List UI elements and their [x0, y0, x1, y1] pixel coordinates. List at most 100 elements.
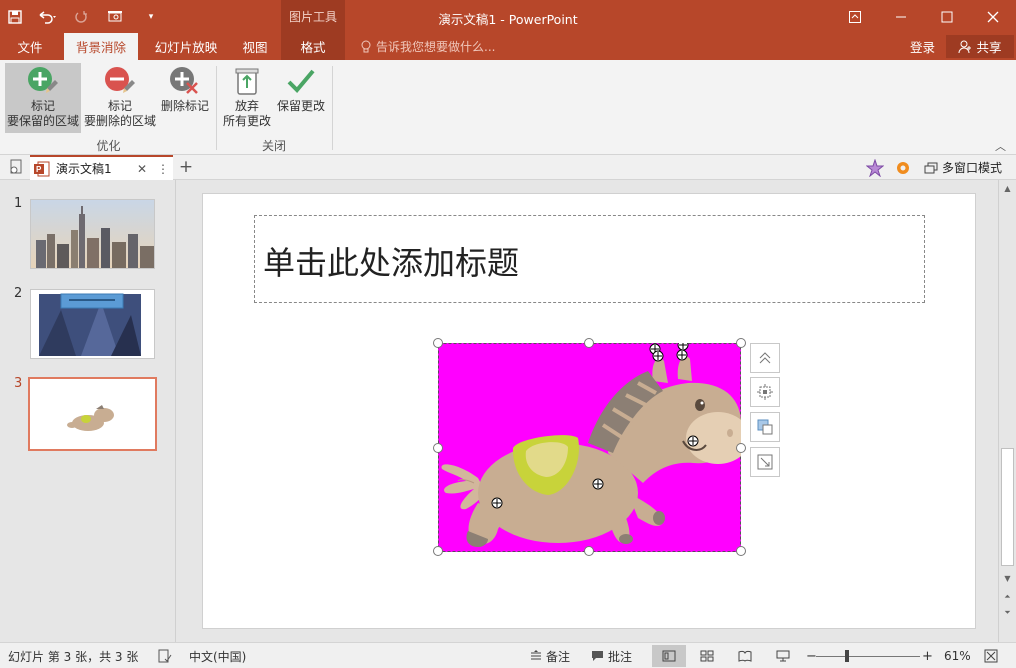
customize-qat-icon[interactable]: ▾ [136, 0, 166, 33]
zoom-slider[interactable] [816, 656, 920, 657]
svg-text:P: P [36, 165, 42, 174]
picture-styles-icon[interactable] [750, 412, 780, 442]
zoom-slider-thumb[interactable] [845, 650, 849, 662]
slide-sorter-icon[interactable] [690, 645, 724, 667]
share-button[interactable]: 共享 [946, 35, 1014, 58]
start-slideshow-icon[interactable] [96, 0, 136, 33]
keep-mark-icon[interactable] [592, 478, 604, 490]
tab-format[interactable]: 格式 [281, 33, 345, 60]
resize-handle[interactable] [433, 546, 443, 556]
redo-icon[interactable] [66, 0, 96, 33]
layout-options-icon[interactable] [750, 343, 780, 373]
keep-mark-icon[interactable] [491, 497, 503, 509]
close-icon[interactable] [970, 0, 1016, 33]
slideshow-view-icon[interactable] [766, 645, 800, 667]
keep-changes-button[interactable]: 保留更改 [274, 63, 328, 133]
tab-view[interactable]: 视图 [232, 33, 278, 60]
maximize-icon[interactable] [924, 0, 970, 33]
crop-icon[interactable] [750, 447, 780, 477]
group-refine-label: 优化 [96, 139, 121, 153]
multi-window-mode-button[interactable]: 多窗口模式 [924, 155, 1002, 180]
notes-button[interactable]: 备注 [530, 643, 570, 668]
zoom-level[interactable]: 61% [944, 643, 971, 668]
resize-handle[interactable] [736, 546, 746, 556]
status-bar: 幻灯片 第 3 张，共 3 张 中文(中国) 备注 批注 − + 61% [0, 642, 1016, 668]
slide-thumbnail-2[interactable] [30, 289, 155, 359]
keep-mark-icon[interactable] [687, 435, 699, 447]
scroll-up-icon[interactable]: ▲ [999, 182, 1016, 196]
document-list-icon[interactable] [8, 159, 24, 178]
delete-mark-button[interactable]: 删除标记 [158, 63, 212, 133]
ribbon-separator [332, 66, 333, 150]
save-icon[interactable] [0, 0, 30, 33]
resize-handle[interactable] [736, 443, 746, 453]
previous-slide-icon[interactable]: ⏶ [999, 590, 1016, 604]
slide-thumbnail-3[interactable] [28, 377, 157, 451]
plus-pencil-icon [28, 67, 58, 93]
collapse-ribbon-icon[interactable]: ︿ [995, 138, 1006, 154]
recycle-bin-icon [235, 68, 259, 95]
undo-icon[interactable] [30, 0, 66, 33]
tell-me-text: 告诉我您想要做什么... [376, 40, 496, 54]
notes-icon [531, 650, 541, 660]
horse-picture[interactable] [438, 339, 750, 552]
title-placeholder-text: 单击此处添加标题 [263, 244, 520, 282]
fit-to-window-icon[interactable] [984, 643, 998, 668]
next-slide-icon[interactable]: ⏷ [999, 606, 1016, 620]
notes-label: 备注 [546, 649, 571, 664]
resize-handle[interactable] [584, 546, 594, 556]
resize-handle[interactable] [736, 338, 746, 348]
scroll-down-icon[interactable]: ▼ [999, 572, 1016, 586]
powerpoint-file-icon: P [34, 161, 50, 176]
language-indicator[interactable]: 中文(中国) [189, 643, 246, 668]
minimize-icon[interactable] [878, 0, 924, 33]
ribbon-panel: 标记 要保留的区域 标记 要删除的区域 删除标记 优化 放弃 所有更改 保留更改… [0, 60, 1016, 155]
tab-background-removal[interactable]: 背景消除 [64, 33, 138, 60]
position-icon[interactable] [750, 377, 780, 407]
multi-window-label: 多窗口模式 [941, 161, 1002, 175]
zoom-in-icon[interactable]: + [922, 643, 933, 668]
normal-view-icon[interactable] [652, 645, 686, 667]
spell-check-icon[interactable] [158, 643, 172, 668]
mark-remove-line2: 要删除的区域 [84, 114, 157, 128]
mark-areas-to-keep-button[interactable]: 标记 要保留的区域 [5, 63, 81, 133]
new-tab-icon[interactable]: + [176, 157, 196, 177]
tell-me-box[interactable]: 告诉我您想要做什么... [360, 33, 495, 60]
discard-line2: 所有更改 [222, 114, 271, 128]
resize-handle[interactable] [584, 338, 594, 348]
reading-view-icon[interactable] [728, 645, 762, 667]
settings-gear-icon[interactable] [894, 159, 912, 177]
ribbon-display-icon[interactable] [832, 0, 878, 33]
vertical-scrollbar[interactable]: ▲ ▼ ⏶ ⏷ [998, 180, 1016, 642]
mark-remove-line1: 标记 [107, 99, 132, 113]
quick-access-toolbar: ▾ [0, 0, 166, 33]
discard-line1: 放弃 [234, 99, 259, 113]
slide-thumbnail-pane: 1 2 3 [0, 180, 176, 642]
document-tab[interactable]: P 演示文稿1 ✕ ⋮ [30, 155, 173, 180]
mark-keep-line1: 标记 [30, 99, 55, 113]
group-close-label: 关闭 [261, 139, 286, 153]
scroll-thumb[interactable] [1001, 448, 1014, 566]
tab-menu-icon[interactable]: ⋮ [157, 162, 169, 176]
keep-changes-label: 保留更改 [276, 99, 325, 113]
resize-handle[interactable] [433, 443, 443, 453]
tab-slideshow[interactable]: 幻灯片放映 [146, 33, 226, 60]
mark-areas-to-remove-button[interactable]: 标记 要删除的区域 [84, 63, 156, 133]
contextual-tools-label: 图片工具 [281, 0, 345, 33]
login-link[interactable]: 登录 [910, 33, 935, 60]
checkmark-icon [287, 69, 315, 93]
resize-handle[interactable] [433, 338, 443, 348]
star-icon[interactable] [865, 158, 885, 178]
close-tab-icon[interactable]: ✕ [137, 162, 147, 176]
slide-info: 幻灯片 第 3 张，共 3 张 [8, 649, 139, 664]
slide-thumbnail-1[interactable] [30, 199, 155, 269]
comments-button[interactable]: 批注 [591, 643, 632, 668]
discard-all-changes-button[interactable]: 放弃 所有更改 [220, 63, 274, 133]
tab-file[interactable]: 文件 [8, 33, 52, 60]
windows-icon [924, 162, 938, 173]
person-icon [958, 40, 972, 53]
lightbulb-icon [361, 40, 371, 52]
title-placeholder[interactable]: 单击此处添加标题 [254, 215, 925, 303]
window-controls [832, 0, 1016, 33]
slide-number: 2 [14, 286, 23, 301]
